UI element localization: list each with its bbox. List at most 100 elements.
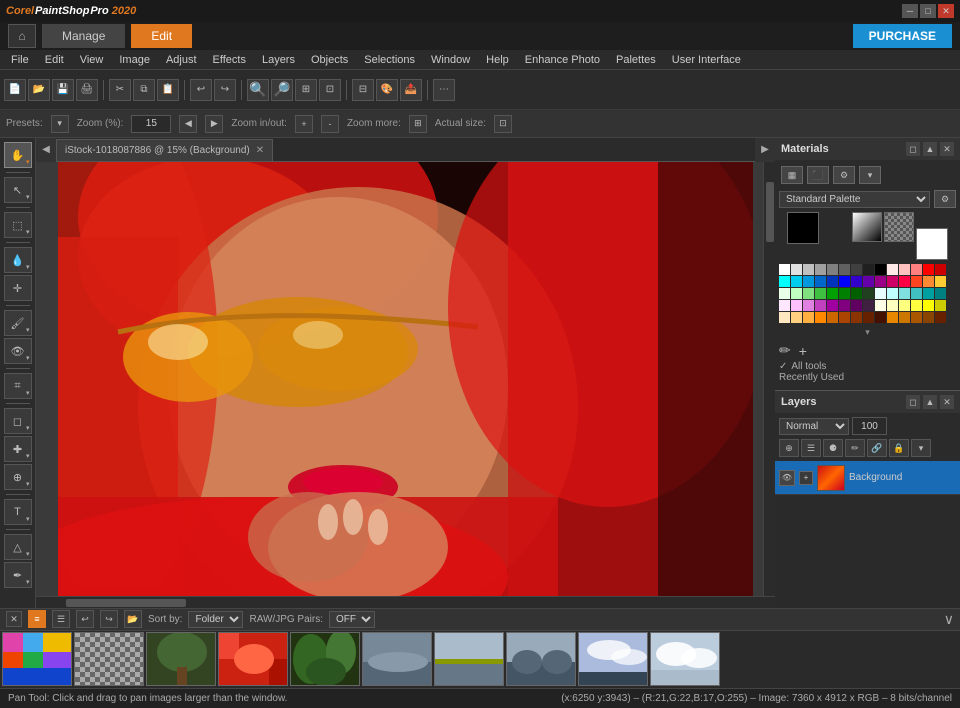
filmstrip-thumb-8[interactable] (506, 632, 576, 686)
materials-icon-3[interactable]: ⚙ (833, 166, 855, 184)
foreground-color-swatch[interactable] (787, 212, 819, 244)
zoom-up-btn[interactable]: ▶ (205, 115, 223, 133)
menu-image[interactable]: Image (112, 52, 157, 68)
palette-settings-btn[interactable]: ⚙ (934, 190, 956, 208)
filmstrip-nav-fwd-btn[interactable]: ↪ (100, 610, 118, 628)
color-cell[interactable] (791, 300, 802, 311)
filmstrip-list-btn[interactable]: ☰ (52, 610, 70, 628)
add-layer-btn[interactable]: ⊕ (779, 439, 799, 457)
maximize-button[interactable]: □ (920, 4, 936, 18)
eyedropper-button[interactable]: 💧▾ (4, 247, 32, 273)
color-cell[interactable] (923, 288, 934, 299)
color-cell[interactable] (935, 300, 946, 311)
heal-button[interactable]: ✚▾ (4, 436, 32, 462)
filmstrip-thumb-6[interactable] (362, 632, 432, 686)
color-cell[interactable] (863, 300, 874, 311)
palette-select[interactable]: Standard Palette (779, 191, 930, 208)
open-file-icon[interactable]: 📂 (28, 79, 50, 101)
palette-more-btn[interactable]: ▾ (779, 327, 956, 338)
layers-restore-btn[interactable]: ◻ (906, 395, 920, 409)
color-cell[interactable] (827, 264, 838, 275)
color-cell[interactable] (935, 288, 946, 299)
layer-link-btn[interactable]: 🔗 (867, 439, 887, 457)
tab-scroll-left[interactable]: ◀ (36, 138, 56, 162)
filmstrip-thumb-2[interactable] (74, 632, 144, 686)
color-cell[interactable] (863, 264, 874, 275)
color-cell[interactable] (815, 276, 826, 287)
color-cell[interactable] (923, 264, 934, 275)
menu-help[interactable]: Help (479, 52, 516, 68)
palette-icon[interactable]: 🎨 (376, 79, 398, 101)
materials-float-btn[interactable]: ▲ (923, 142, 937, 156)
color-cell[interactable] (815, 300, 826, 311)
overview-icon[interactable]: ⊟ (352, 79, 374, 101)
zoom-more-btn[interactable]: ⊞ (409, 115, 427, 133)
color-cell[interactable] (899, 264, 910, 275)
color-cell[interactable] (803, 300, 814, 311)
color-cell[interactable] (815, 288, 826, 299)
color-cell[interactable] (827, 312, 838, 323)
color-cell[interactable] (935, 264, 946, 275)
filmstrip-collapse-btn[interactable]: ∨ (944, 611, 954, 628)
color-cell[interactable] (875, 264, 886, 275)
zoom-in-btn[interactable]: + (295, 115, 313, 133)
color-cell[interactable] (827, 276, 838, 287)
minimize-button[interactable]: ─ (902, 4, 918, 18)
color-cell[interactable] (851, 276, 862, 287)
color-cell[interactable] (803, 276, 814, 287)
materials-close-btn[interactable]: ✕ (940, 142, 954, 156)
filmstrip-thumb-5[interactable] (290, 632, 360, 686)
pencil-icon[interactable]: ✏ (779, 342, 791, 359)
crop-tool-button[interactable]: ⌗▾ (4, 373, 32, 399)
color-cell[interactable] (779, 276, 790, 287)
color-cell[interactable] (911, 300, 922, 311)
color-cell[interactable] (839, 264, 850, 275)
color-cell[interactable] (911, 288, 922, 299)
eye-button[interactable]: 👁▾ (4, 338, 32, 364)
color-cell[interactable] (791, 264, 802, 275)
menu-edit[interactable]: Edit (38, 52, 71, 68)
close-button[interactable]: ✕ (938, 4, 954, 18)
color-cell[interactable] (935, 312, 946, 323)
raw-dropdown[interactable]: OFF (329, 611, 375, 628)
menu-file[interactable]: File (4, 52, 36, 68)
menu-layers[interactable]: Layers (255, 52, 302, 68)
actual-size-icon[interactable]: ⊡ (319, 79, 341, 101)
color-cell[interactable] (887, 288, 898, 299)
color-cell[interactable] (863, 312, 874, 323)
color-cell[interactable] (899, 276, 910, 287)
pen-tool-button[interactable]: ✒▾ (4, 562, 32, 588)
color-cell[interactable] (827, 300, 838, 311)
color-cell[interactable] (791, 312, 802, 323)
blend-mode-select[interactable]: Normal (779, 418, 849, 435)
color-cell[interactable] (935, 276, 946, 287)
canvas-scroll[interactable] (36, 162, 775, 596)
print-icon[interactable]: 🖨 (76, 79, 98, 101)
layer-groups-btn[interactable]: ☰ (801, 439, 821, 457)
color-cell[interactable] (827, 288, 838, 299)
cut-icon[interactable]: ✂ (109, 79, 131, 101)
canvas-tab[interactable]: iStock-1018087886 @ 15% (Background) ✕ (56, 139, 273, 161)
materials-icon-1[interactable]: ▦ (781, 166, 803, 184)
pan-tool-button[interactable]: ✋▾ (4, 142, 32, 168)
menu-window[interactable]: Window (424, 52, 477, 68)
color-cell[interactable] (875, 276, 886, 287)
menu-view[interactable]: View (73, 52, 111, 68)
materials-icon-2[interactable]: ⬛ (807, 166, 829, 184)
misc-icon[interactable]: ⋯ (433, 79, 455, 101)
color-cell[interactable] (779, 312, 790, 323)
layer-mask-btn[interactable]: ⚈ (823, 439, 843, 457)
materials-icon-4[interactable]: ▾ (859, 166, 881, 184)
materials-restore-btn[interactable]: ◻ (906, 142, 920, 156)
copy-icon[interactable]: ⧉ (133, 79, 155, 101)
menu-adjust[interactable]: Adjust (159, 52, 204, 68)
color-cell[interactable] (875, 312, 886, 323)
color-cell[interactable] (791, 288, 802, 299)
color-cell[interactable] (779, 288, 790, 299)
vscroll-thumb[interactable] (766, 182, 774, 242)
color-cell[interactable] (803, 288, 814, 299)
filmstrip-thumb-10[interactable] (650, 632, 720, 686)
add-color-icon[interactable]: + (799, 343, 807, 359)
edit-tab[interactable]: Edit (131, 24, 192, 48)
gradient-swatch[interactable] (852, 212, 882, 242)
